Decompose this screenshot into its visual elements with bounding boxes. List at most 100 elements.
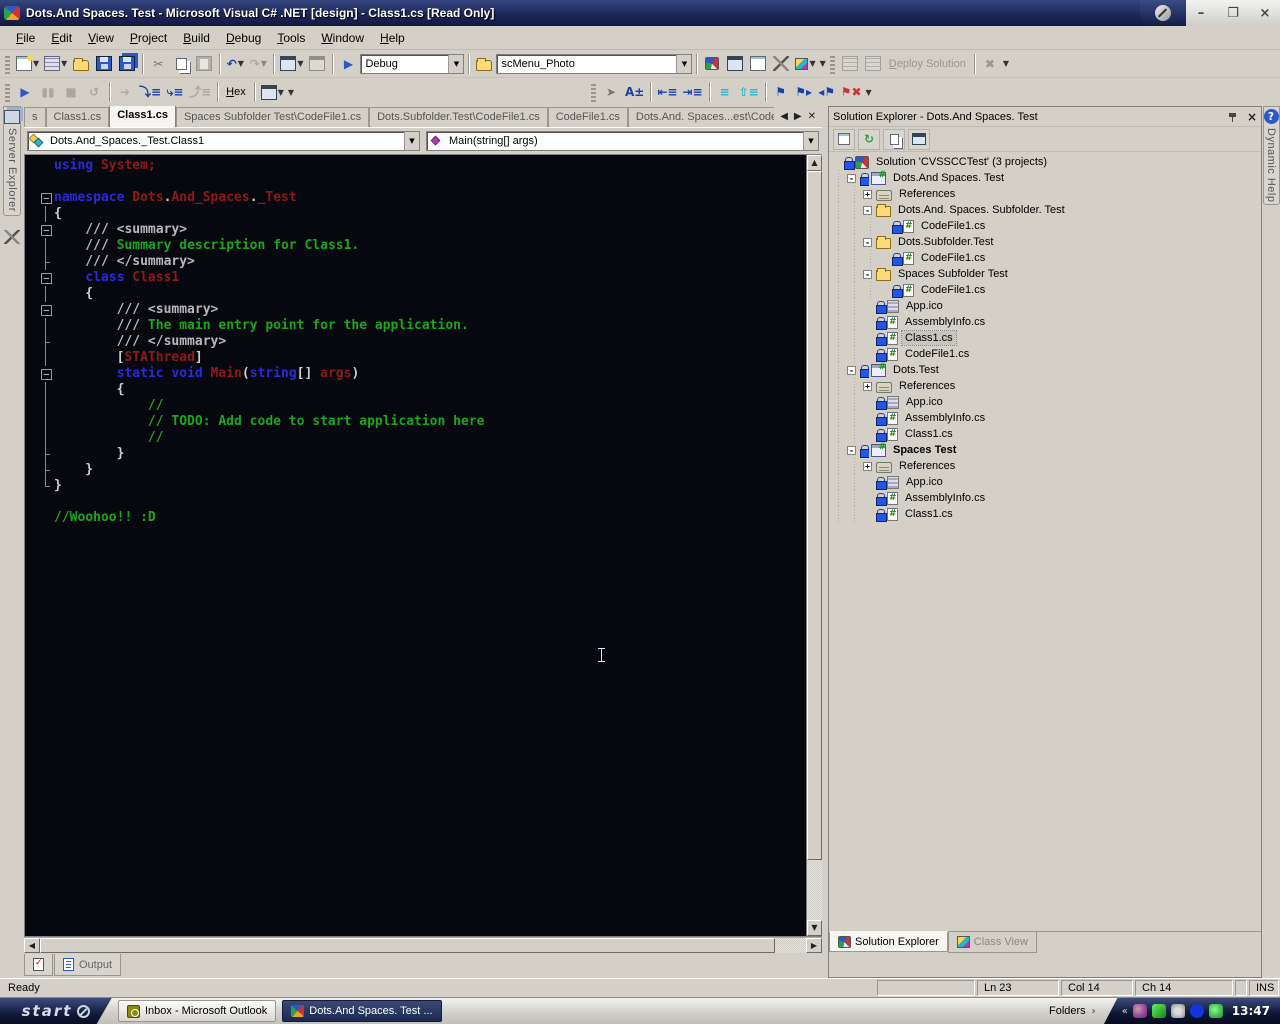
properties-window-button[interactable] (724, 53, 746, 75)
menu-tools[interactable]: Tools (269, 28, 313, 48)
outline-margin[interactable] (39, 190, 54, 206)
toggle-bookmark-button[interactable]: ⚑ (770, 81, 792, 103)
tree-item[interactable]: Class1.cs (831, 426, 1261, 442)
tree-expander-icon[interactable]: - (863, 205, 872, 215)
minimize-button[interactable]: – (1192, 6, 1210, 21)
word-wrap-button[interactable]: A± (623, 81, 646, 103)
taskbar-task[interactable]: Dots.And Spaces. Test ... (282, 1000, 442, 1022)
tree-expander-icon[interactable]: + (863, 461, 872, 471)
types-dropdown[interactable]: Dots.And_Spaces._Test.Class1 ▼ (27, 131, 420, 151)
solution-explorer-button[interactable] (701, 53, 723, 75)
restart-button[interactable]: ↺ (83, 81, 105, 103)
continue-button[interactable]: ▶ (14, 81, 36, 103)
menu-file[interactable]: File (8, 28, 43, 48)
outline-margin[interactable] (39, 366, 54, 382)
scroll-up-icon[interactable]: ▲ (807, 155, 822, 171)
comment-button[interactable]: ≡ (714, 81, 736, 103)
tree-expander-icon[interactable]: - (863, 237, 872, 247)
tree-item[interactable]: Solution 'CVSSCCTest' (3 projects) (831, 154, 1261, 170)
start-debug-button[interactable]: ▶ (337, 53, 359, 75)
pin-icon[interactable] (1227, 111, 1239, 123)
members-dropdown[interactable]: Main(string[] args) ▼ (426, 131, 819, 151)
menu-debug[interactable]: Debug (218, 28, 269, 48)
code-editor[interactable]: using System; namespace Dots. And_Spaces. _… (25, 155, 806, 936)
tree-expander-icon[interactable]: + (863, 381, 872, 391)
antivirus-tray-icon[interactable] (1208, 1004, 1223, 1018)
scroll-down-icon[interactable]: ▼ (807, 920, 822, 936)
save-button[interactable] (93, 53, 115, 75)
doc-tab[interactable]: Dots.And. Spaces...est\CodeFile1.cs (627, 107, 775, 127)
scroll-tabs-left-icon[interactable]: ◀ (780, 111, 788, 122)
restore-button[interactable]: ❐ (1224, 6, 1242, 21)
tree-item[interactable]: + References (831, 378, 1261, 394)
next-bookmark-button[interactable]: ⚑▸ (793, 81, 815, 103)
menu-help[interactable]: Help (372, 28, 413, 48)
tree-item[interactable]: - Dots.Subfolder.Test (831, 234, 1261, 250)
cut-button[interactable]: ✂ (147, 53, 169, 75)
decrease-indent-button[interactable]: ⇤≡ (655, 81, 679, 103)
tree-item[interactable]: Class1.cs (831, 506, 1261, 522)
tree-item[interactable]: - Spaces Subfolder Test (831, 266, 1261, 282)
toolbox-button[interactable] (770, 53, 792, 75)
vertical-scroll-thumb[interactable] (807, 171, 822, 861)
pause-button[interactable]: ▮▮ (37, 81, 59, 103)
output-tab[interactable]: Output (54, 954, 122, 976)
add-new-item-button[interactable]: ▼ (42, 53, 69, 75)
tree-item[interactable]: App.ico (831, 474, 1261, 490)
horizontal-scroll-thumb[interactable] (40, 938, 776, 953)
toolbar-grip[interactable] (829, 53, 835, 74)
step-into-button[interactable]: ⤵≡ (137, 81, 163, 103)
redo-button[interactable]: ↷ ▼ (247, 53, 269, 75)
horizontal-scrollbar[interactable]: ◀ ▶ (24, 937, 822, 953)
scroll-right-icon[interactable]: ▶ (806, 938, 822, 953)
start-button[interactable]: start (0, 997, 112, 1024)
find-combo[interactable]: scMenu_Photo ▼ (496, 53, 693, 74)
doc-tab[interactable]: Class1.cs (109, 106, 176, 127)
tree-expander-icon[interactable]: - (847, 445, 856, 455)
cancel-build-button[interactable]: ✖ (979, 53, 1001, 75)
close-document-icon[interactable]: ✕ (808, 111, 816, 122)
dynamic-help-tab[interactable]: ? Dynamic Help (1262, 106, 1280, 206)
stop-button[interactable]: ■ (60, 81, 82, 103)
properties-button[interactable] (908, 128, 930, 150)
close-button[interactable]: × (1256, 6, 1274, 21)
panel-tab-class-view[interactable]: Class View (947, 932, 1037, 953)
tree-item[interactable]: - Dots.And. Spaces. Subfolder. Test (831, 202, 1261, 218)
view-code-button[interactable] (833, 128, 855, 150)
panel-tab-solution-explorer[interactable]: Solution Explorer (829, 931, 948, 952)
hex-button[interactable]: Hex (222, 86, 250, 98)
tree-item[interactable]: App.ico (831, 298, 1261, 314)
breakpoint-hand-button[interactable]: ▼ (259, 81, 286, 103)
scroll-left-icon[interactable]: ◀ (24, 938, 40, 953)
tree-item[interactable]: - Spaces Test (831, 442, 1261, 458)
media-tray-icon[interactable] (1132, 1004, 1147, 1018)
tree-item[interactable]: - Dots.And Spaces. Test (831, 170, 1261, 186)
vertical-scrollbar[interactable]: ▲ ▼ (806, 155, 822, 936)
combo-dropdown-icon[interactable]: ▼ (676, 54, 692, 73)
increase-indent-button[interactable]: ⇥≡ (680, 81, 704, 103)
tree-item[interactable]: AssemblyInfo.cs (831, 314, 1261, 330)
doc-tab[interactable]: Spaces Subfolder Test\CodeFile1.cs (175, 107, 370, 127)
tree-item[interactable]: + References (831, 458, 1261, 474)
show-next-statement-button[interactable]: ➜ (114, 81, 136, 103)
close-panel-icon[interactable]: × (1247, 110, 1257, 124)
menu-view[interactable]: View (80, 28, 122, 48)
save-all-button[interactable] (116, 53, 138, 75)
toolbar-overflow-icon[interactable]: ▼ (1003, 59, 1009, 68)
folders-toolbar[interactable]: Folders › (1041, 1005, 1104, 1017)
doc-tab[interactable]: Dots.Subfolder.Test\CodeFile1.cs (369, 107, 548, 127)
doc-tab[interactable]: Class1.cs (45, 107, 110, 127)
combo-dropdown-icon[interactable]: ▼ (803, 132, 818, 150)
task-list-tab[interactable] (24, 954, 53, 976)
navigate-back-button[interactable]: ▼ (278, 53, 305, 75)
find-in-files-button[interactable] (473, 53, 495, 75)
doc-tab[interactable]: CodeFile1.cs (547, 107, 628, 127)
menu-build[interactable]: Build (175, 28, 218, 48)
class-view-button[interactable]: ▼ (793, 53, 817, 75)
object-browser-button[interactable] (747, 53, 769, 75)
tree-expander-icon[interactable]: - (847, 365, 856, 375)
menu-edit[interactable]: Edit (43, 28, 80, 48)
collapse-tray-icon[interactable]: « (1122, 1006, 1128, 1017)
paste-button[interactable] (193, 53, 215, 75)
tree-item[interactable]: Class1.cs (831, 330, 1261, 346)
